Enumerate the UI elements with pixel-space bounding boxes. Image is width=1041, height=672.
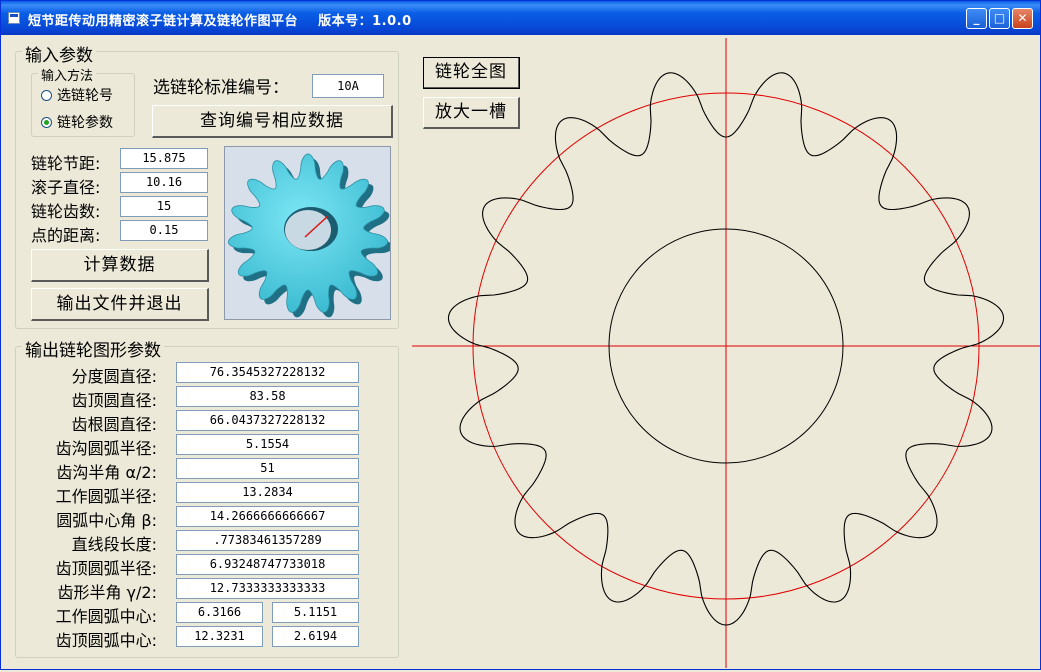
- output-value[interactable]: .77383461357289: [176, 530, 359, 551]
- field-label-point-dist: 点的距离:: [31, 226, 101, 245]
- input-params-legend: 输入参数: [22, 41, 96, 66]
- sprocket-bore: [285, 210, 331, 250]
- output-value[interactable]: 13.2834: [176, 482, 359, 503]
- field-label-roller-dia: 滚子直径:: [31, 178, 101, 197]
- input-method-group: 输入方法 选链轮号 链轮参数: [31, 65, 135, 137]
- roller-dia-input[interactable]: 10.16: [120, 172, 208, 193]
- output-label: 齿沟圆弧半径:: [55, 439, 157, 458]
- output-value-y[interactable]: 5.1151: [272, 602, 359, 623]
- sprocket-3d-image: [228, 153, 393, 318]
- radio-button[interactable]: [41, 89, 52, 101]
- output-label: 工作圆弧半径:: [55, 487, 157, 506]
- output-value-x[interactable]: 12.3231: [176, 626, 263, 647]
- output-label: 齿形半角 γ/2:: [57, 583, 157, 602]
- app-icon[interactable]: [8, 12, 20, 24]
- output-value[interactable]: 5.1554: [176, 434, 359, 455]
- standard-no-input[interactable]: 10A: [312, 74, 384, 98]
- field-label-pitch: 链轮节距:: [31, 154, 101, 173]
- radio-label: 选链轮号: [57, 88, 113, 104]
- export-exit-button[interactable]: 输出文件并退出: [31, 288, 209, 321]
- title-bar[interactable]: 短节距传动用精密滚子链计算及链轮作图平台 版本号：1.0.0 _ □ ✕: [1, 1, 1040, 35]
- query-data-button[interactable]: 查询编号相应数据: [152, 105, 393, 138]
- output-params-group: 输出链轮图形参数 分度圆直径: 76.3545327228132 齿顶圆直径: 83.…: [15, 336, 399, 658]
- output-value[interactable]: 14.2666666666667: [176, 506, 359, 527]
- output-label: 齿顶圆弧半径:: [55, 559, 157, 578]
- radio-label: 链轮参数: [57, 115, 113, 131]
- sprocket-picture: [224, 146, 393, 320]
- output-value[interactable]: 6.93248747733018: [176, 554, 359, 575]
- minimize-button[interactable]: _: [966, 8, 987, 29]
- standard-no-label: 选链轮标准编号：: [153, 78, 289, 98]
- main-window: 短节距传动用精密滚子链计算及链轮作图平台 版本号：1.0.0 _ □ ✕ 输入参…: [0, 0, 1041, 670]
- output-value[interactable]: 83.58: [176, 386, 359, 407]
- maximize-button[interactable]: □: [989, 8, 1010, 29]
- output-value[interactable]: 12.7333333333333: [176, 578, 359, 599]
- sprocket-drawing-canvas: [412, 38, 1040, 668]
- point-dist-input[interactable]: 0.15: [120, 220, 208, 241]
- output-label: 齿根圆直径:: [71, 415, 157, 434]
- output-label: 齿顶圆直径:: [71, 391, 157, 410]
- window-title: 短节距传动用精密滚子链计算及链轮作图平台 版本号：1.0.0: [28, 14, 412, 29]
- radio-select-sprocket-no[interactable]: 选链轮号: [41, 85, 113, 105]
- calculate-button[interactable]: 计算数据: [31, 249, 209, 282]
- output-label: 直线段长度:: [71, 535, 157, 554]
- output-value[interactable]: 51: [176, 458, 359, 479]
- pitch-input[interactable]: 15.875: [120, 148, 208, 169]
- output-label: 圆弧中心角 β:: [56, 511, 157, 530]
- close-button[interactable]: ✕: [1012, 8, 1033, 29]
- input-method-legend: 输入方法: [38, 65, 97, 84]
- output-label: 齿沟半角 α/2:: [56, 463, 157, 482]
- output-value[interactable]: 76.3545327228132: [176, 362, 359, 383]
- output-value-x[interactable]: 6.3166: [176, 602, 263, 623]
- output-params-legend: 输出链轮图形参数: [22, 336, 164, 361]
- output-value-y[interactable]: 2.6194: [272, 626, 359, 647]
- output-value[interactable]: 66.0437327228132: [176, 410, 359, 431]
- output-label: 分度圆直径:: [71, 367, 157, 386]
- output-label: 齿顶圆弧中心:: [55, 631, 157, 650]
- sprocket-drawing: [412, 38, 1040, 668]
- radio-button-checked[interactable]: [41, 116, 52, 128]
- field-label-teeth: 链轮齿数:: [31, 202, 101, 221]
- output-label: 工作圆弧中心:: [55, 607, 157, 626]
- teeth-input[interactable]: 15: [120, 196, 208, 217]
- radio-sprocket-params[interactable]: 链轮参数: [41, 112, 113, 132]
